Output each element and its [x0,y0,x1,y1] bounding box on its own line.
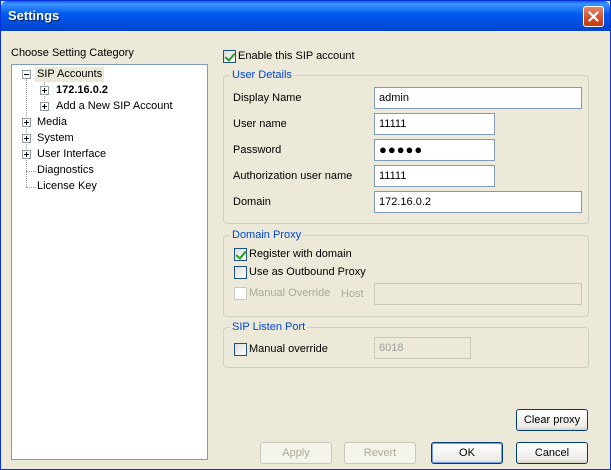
tree-connector [26,187,36,188]
title-bar[interactable]: Settings [1,1,610,31]
listen-port-override-label: Manual override [249,343,328,355]
display-name-label: Display Name [233,92,302,104]
tree-item-license-key[interactable]: License Key [37,179,97,194]
display-name-input[interactable]: admin [374,87,582,109]
password-label: Password [233,144,282,156]
host-input[interactable] [374,283,582,305]
tree-item-add-account[interactable]: Add a New SIP Account [56,99,173,114]
collapse-icon[interactable] [22,70,31,79]
tree-connector [26,171,36,172]
auth-user-label: Authorization user name [233,170,353,182]
window-title: Settings [8,8,60,23]
expand-icon[interactable] [22,134,31,143]
sip-listen-port-title: SIP Listen Port [230,321,308,333]
manual-override-label: Manual Override [249,287,331,299]
listen-port-input[interactable]: 6018 [374,337,471,359]
manual-override-checkbox[interactable] [234,287,247,300]
enable-account-checkbox[interactable] [223,50,236,63]
tree-item-diagnostics[interactable]: Diagnostics [37,163,94,178]
domain-proxy-title: Domain Proxy [230,229,304,241]
tree-item-account[interactable]: 172.16.0.2 [56,83,108,98]
user-name-label: User name [233,118,287,130]
outbound-proxy-checkbox[interactable] [234,266,247,279]
expand-icon[interactable] [40,102,49,111]
apply-button[interactable]: Apply [260,442,332,464]
outbound-proxy-label: Use as Outbound Proxy [249,266,366,278]
expand-icon[interactable] [22,118,31,127]
tree-item-media[interactable]: Media [37,115,67,130]
close-button[interactable] [583,6,604,27]
register-domain-label: Register with domain [249,248,352,260]
tree-item-sip-accounts[interactable]: SIP Accounts [35,67,105,82]
enable-account-label: Enable this SIP account [238,50,355,62]
category-heading: Choose Setting Category [11,47,134,59]
settings-window: Settings Choose Setting Category SIP Acc… [0,0,611,470]
expand-icon[interactable] [22,150,31,159]
expand-icon[interactable] [40,86,49,95]
user-name-input[interactable]: 11111 [374,113,495,135]
user-details-title: User Details [230,69,294,81]
password-input[interactable]: ●●●●● [374,139,495,161]
revert-button[interactable]: Revert [344,442,416,464]
clear-proxy-button[interactable]: Clear proxy [516,409,588,431]
close-icon [588,11,599,22]
tree-item-user-interface[interactable]: User Interface [37,147,106,162]
category-tree[interactable]: SIP Accounts 172.16.0.2 Add a New SIP Ac… [11,64,208,460]
cancel-button[interactable]: Cancel [516,442,588,464]
domain-input[interactable]: 172.16.0.2 [374,191,582,213]
domain-label: Domain [233,196,271,208]
register-domain-checkbox[interactable] [234,248,247,261]
listen-port-override-checkbox[interactable] [234,343,247,356]
host-label: Host [341,288,364,300]
auth-user-input[interactable]: 11111 [374,165,495,187]
tree-item-system[interactable]: System [37,131,74,146]
ok-button[interactable]: OK [431,442,503,464]
